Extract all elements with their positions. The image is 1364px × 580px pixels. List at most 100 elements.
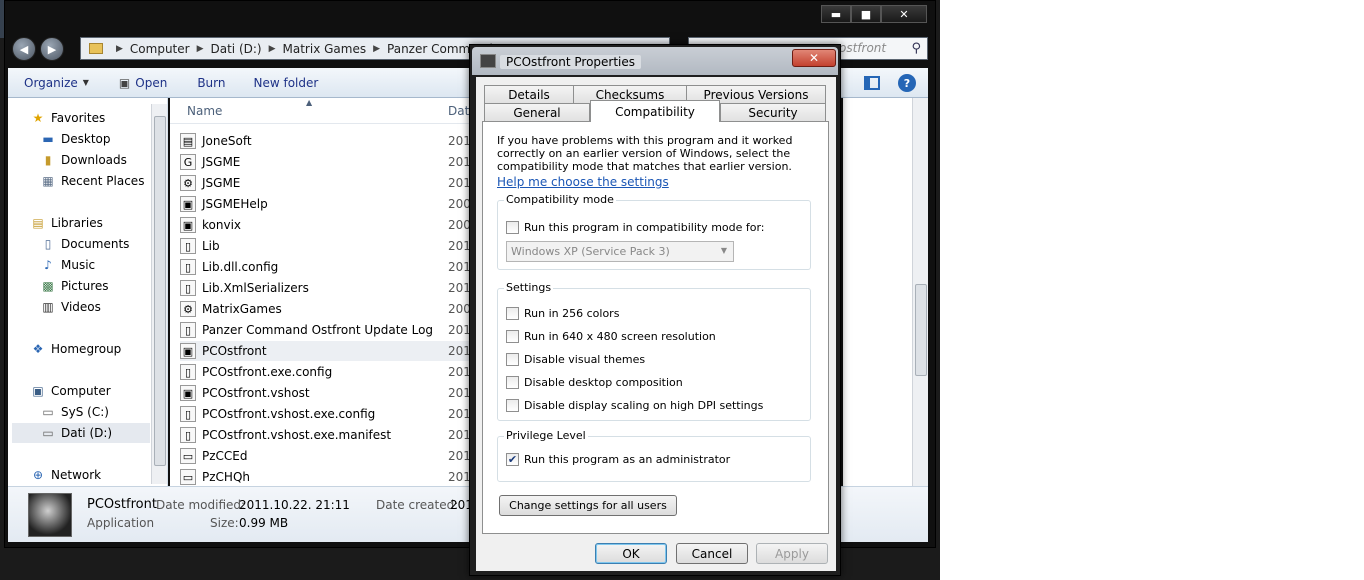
dialog-close-button[interactable]: ✕ xyxy=(792,49,836,67)
organize-button[interactable]: Organize ▼ xyxy=(24,76,89,90)
file-row[interactable]: ▣ PCOstfront 201 xyxy=(180,341,471,361)
settings-option-row[interactable]: Run in 640 x 480 screen resolution xyxy=(506,330,716,343)
nav-computer[interactable]: ▣ Computer xyxy=(30,381,111,401)
close-button[interactable]: ✕ xyxy=(881,5,927,23)
help-choose-settings-link[interactable]: Help me choose the settings xyxy=(497,175,669,189)
nav-network[interactable]: ⊕ Network xyxy=(30,465,101,485)
file-icon: ⚙ xyxy=(180,175,196,191)
nav-downloads[interactable]: ▮ Downloads xyxy=(40,150,127,170)
settings-option-checkbox[interactable] xyxy=(506,307,519,320)
file-icon: ▯ xyxy=(180,238,196,254)
breadcrumb-computer[interactable]: Computer xyxy=(130,42,190,56)
nav-favorites[interactable]: ★ Favorites xyxy=(30,108,106,128)
settings-option-checkbox[interactable] xyxy=(506,353,519,366)
nav-libraries[interactable]: ▤ Libraries xyxy=(30,213,103,233)
nav-videos[interactable]: ▥ Videos xyxy=(40,297,101,317)
settings-option-checkbox[interactable] xyxy=(506,330,519,343)
minimize-button[interactable]: ▬ xyxy=(821,5,851,23)
file-row[interactable]: ▣ JSGMEHelp 200 xyxy=(180,194,471,214)
file-row[interactable]: ▯ PCOstfront.vshost.exe.config 201 xyxy=(180,404,471,424)
file-row[interactable]: ▯ Panzer Command Ostfront Update Log 201 xyxy=(180,320,471,340)
organize-label: Organize xyxy=(24,75,78,90)
dialog-title-bar[interactable]: PCOstfront Properties ✕ xyxy=(472,47,838,75)
nav-desktop[interactable]: ▬ Desktop xyxy=(40,129,110,149)
file-name: MatrixGames xyxy=(202,302,282,316)
tab-compatibility[interactable]: Compatibility xyxy=(590,100,720,122)
settings-option-label: Disable visual themes xyxy=(524,353,646,366)
file-row[interactable]: ⚙ MatrixGames 200 xyxy=(180,299,471,319)
caption-buttons: ▬ ■ ✕ xyxy=(821,5,927,23)
open-button[interactable]: ▣ Open xyxy=(119,76,167,90)
new-folder-button[interactable]: New folder xyxy=(254,76,319,90)
apply-button[interactable]: Apply xyxy=(756,543,828,564)
nav-homegroup[interactable]: ❖ Homegroup xyxy=(30,339,122,359)
settings-option-checkbox[interactable] xyxy=(506,399,519,412)
arrow-right-icon: ▶ xyxy=(47,42,57,56)
settings-option-label: Disable desktop composition xyxy=(524,376,683,389)
settings-option-row[interactable]: Disable desktop composition xyxy=(506,376,683,389)
column-name[interactable]: Name xyxy=(187,104,222,118)
file-row[interactable]: G JSGME 201 xyxy=(180,152,471,172)
breadcrumb-dati[interactable]: Dati (D:) xyxy=(211,42,262,56)
maximize-button[interactable]: ■ xyxy=(851,5,881,23)
settings-option-row[interactable]: Run in 256 colors xyxy=(506,307,619,320)
compat-mode-checkbox-row[interactable]: Run this program in compatibility mode f… xyxy=(506,221,765,234)
file-name: PCOstfront.vshost.exe.config xyxy=(202,407,376,421)
file-icon: ▭ xyxy=(180,469,196,485)
file-row[interactable]: ▭ PzCHQh 201 xyxy=(180,467,471,487)
change-settings-all-users-button[interactable]: Change settings for all users xyxy=(499,495,677,516)
nav-documents[interactable]: ▯ Documents xyxy=(40,234,130,254)
run-as-admin-row[interactable]: ✔ Run this program as an administrator xyxy=(506,453,730,466)
file-row[interactable]: ▣ PCOstfront.vshost 201 xyxy=(180,383,471,403)
nav-scrollbar[interactable] xyxy=(151,104,167,484)
settings-option-label: Disable display scaling on high DPI sett… xyxy=(524,399,764,412)
nav-recent-places[interactable]: ▦ Recent Places xyxy=(40,171,144,191)
compat-mode-select[interactable]: Windows XP (Service Pack 3) ▼ xyxy=(506,241,734,262)
file-row[interactable]: ▯ PCOstfront.exe.config 201 xyxy=(180,362,471,382)
back-button[interactable]: ◀ xyxy=(12,37,36,61)
settings-option-row[interactable]: Disable visual themes xyxy=(506,353,645,366)
compat-mode-select-value: Windows XP (Service Pack 3) xyxy=(511,245,670,258)
breadcrumb-matrix-games[interactable]: Matrix Games xyxy=(283,42,367,56)
file-date: 200 xyxy=(448,302,471,316)
file-icon: ▣ xyxy=(180,343,196,359)
nav-sys-c[interactable]: ▭ SyS (C:) xyxy=(40,402,109,422)
nav-music[interactable]: ♪ Music xyxy=(40,255,95,275)
breadcrumb-separator-icon: ▶ xyxy=(373,43,381,54)
search-text: ostfront xyxy=(839,41,887,55)
file-row[interactable]: ▯ PCOstfront.vshost.exe.manifest 201 xyxy=(180,425,471,445)
file-row[interactable]: ▭ PzCCEd 201 xyxy=(180,446,471,466)
burn-button[interactable]: Burn xyxy=(197,76,225,90)
file-row[interactable]: ▯ Lib.dll.config 201 xyxy=(180,257,471,277)
cancel-button[interactable]: Cancel xyxy=(676,543,748,564)
column-date[interactable]: Dat xyxy=(448,104,469,118)
settings-option-row[interactable]: Disable display scaling on high DPI sett… xyxy=(506,399,763,412)
ok-button[interactable]: OK xyxy=(595,543,667,564)
compatibility-mode-group: Compatibility mode Run this program in c… xyxy=(497,193,811,270)
file-row[interactable]: ▤ JoneSoft 201 xyxy=(180,131,471,151)
file-row[interactable]: ⚙ JSGME 201 xyxy=(180,173,471,193)
nav-scrollbar-thumb[interactable] xyxy=(154,116,166,466)
details-name: PCOstfront xyxy=(87,497,157,512)
compat-mode-checkbox[interactable] xyxy=(506,221,519,234)
preview-pane-icon[interactable] xyxy=(864,76,880,90)
privilege-level-group: Privilege Level ✔ Run this program as an… xyxy=(497,429,811,482)
tab-security[interactable]: Security xyxy=(720,103,826,122)
file-list-scrollbar-thumb[interactable] xyxy=(915,284,927,376)
file-row[interactable]: ▯ Lib.XmlSerializers 201 xyxy=(180,278,471,298)
file-name: PCOstfront xyxy=(202,344,267,358)
file-row[interactable]: ▯ Lib 201 xyxy=(180,236,471,256)
help-icon[interactable]: ? xyxy=(898,74,916,92)
settings-option-checkbox[interactable] xyxy=(506,376,519,389)
file-list-scrollbar[interactable] xyxy=(912,98,928,486)
search-icon[interactable]: ⚲ xyxy=(911,41,921,56)
tab-general[interactable]: General xyxy=(484,103,590,122)
nav-pictures[interactable]: ▩ Pictures xyxy=(40,276,108,296)
forward-button[interactable]: ▶ xyxy=(40,37,64,61)
nav-label: Computer xyxy=(51,384,111,398)
nav-dati-d[interactable]: ▭ Dati (D:) xyxy=(12,423,150,443)
file-row[interactable]: ▣ konvix 200 xyxy=(180,215,471,235)
run-as-admin-checkbox[interactable]: ✔ xyxy=(506,453,519,466)
file-date: 201 xyxy=(448,239,471,253)
tab-details[interactable]: Details xyxy=(484,85,574,104)
